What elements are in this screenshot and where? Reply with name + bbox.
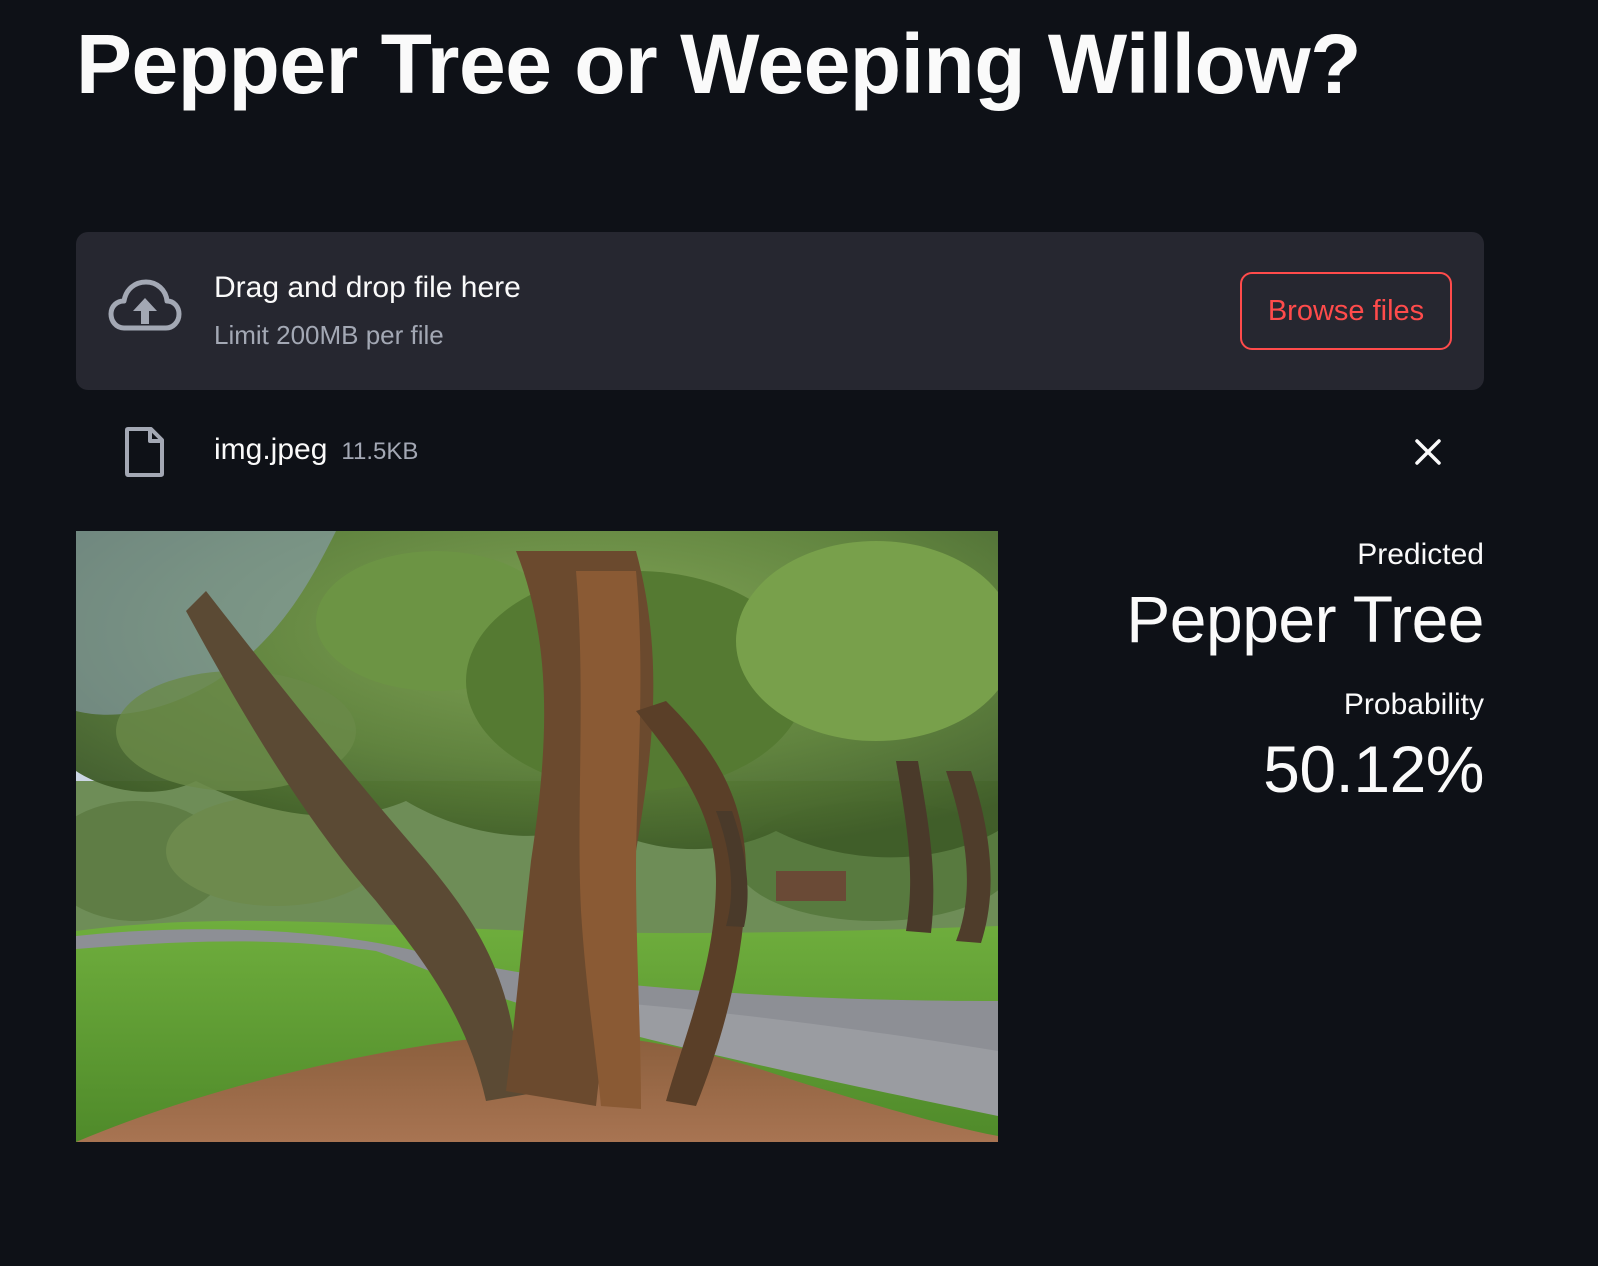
probability-value: 50.12% bbox=[1263, 732, 1484, 806]
probability-label: Probability bbox=[1343, 688, 1484, 721]
browse-files-button[interactable]: Browse files bbox=[1240, 272, 1452, 350]
page-title: Pepper Tree or Weeping Willow? bbox=[76, 17, 1361, 111]
file-name-text: img.jpeg bbox=[214, 433, 328, 466]
file-uploader-dropzone[interactable]: Drag and drop file here Limit 200MB per … bbox=[76, 232, 1484, 390]
cloud-upload-icon bbox=[108, 274, 182, 344]
dropzone-instructions: Drag and drop file here Limit 200MB per … bbox=[214, 268, 521, 352]
file-size-limit: Limit 200MB per file bbox=[214, 320, 444, 350]
predicted-label: Predicted bbox=[1357, 538, 1484, 571]
prediction-result: Predicted Pepper Tree Probability 50.12% bbox=[1004, 534, 1484, 812]
file-size: 11.5KB bbox=[341, 438, 419, 465]
predicted-value: Pepper Tree bbox=[1126, 582, 1484, 656]
file-name: img.jpeg 11.5KB bbox=[214, 430, 418, 472]
close-icon bbox=[1408, 432, 1448, 472]
uploaded-tree-image bbox=[76, 531, 998, 1142]
remove-file-button[interactable] bbox=[1408, 432, 1448, 472]
uploaded-file-item: img.jpeg 11.5KB bbox=[76, 420, 1484, 484]
app-root: Pepper Tree or Weeping Willow? Drag and … bbox=[0, 0, 1598, 1266]
file-icon bbox=[124, 426, 166, 478]
dropzone-title: Drag and drop file here bbox=[214, 271, 521, 304]
